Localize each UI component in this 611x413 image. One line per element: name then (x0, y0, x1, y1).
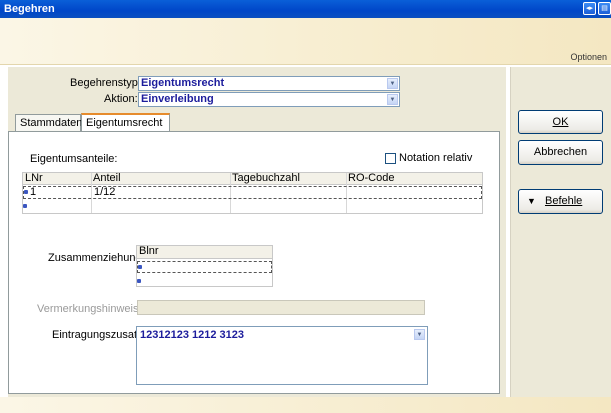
vermerkungshinweis-field (137, 300, 425, 315)
eintragungszusatz-value: 12312123 1212 3123 (140, 329, 244, 341)
ok-button-label: OK (552, 116, 569, 128)
table-row-new[interactable] (23, 200, 482, 213)
vermerkungshinweis-label: Vermerkungshinweis: (37, 303, 142, 315)
cell-lnr[interactable]: 1 (28, 187, 36, 198)
column-header-blnr[interactable]: Blnr (137, 246, 272, 259)
triangle-down-icon: ▼ (527, 196, 536, 206)
new-row-marker-icon (137, 279, 141, 283)
zusammenziehung-table[interactable]: Blnr (136, 245, 273, 287)
begehrenstyp-select[interactable]: Eigentumsrecht ▼ (138, 76, 400, 91)
befehle-button-label: Befehle (544, 195, 583, 207)
table-row[interactable]: 1 1/12 (23, 186, 482, 199)
column-header-lnr[interactable]: LNr (23, 173, 91, 185)
notation-relativ-checkbox[interactable] (385, 153, 396, 164)
column-header-anteil[interactable]: Anteil (91, 173, 230, 185)
begehrenstyp-label: Begehrenstyp: (70, 77, 141, 89)
tab-eigentumsrecht[interactable]: Eigentumsrecht (81, 113, 170, 133)
chevron-down-icon[interactable]: ▼ (387, 94, 398, 105)
column-header-tagebuchzahl[interactable]: Tagebuchzahl (230, 173, 346, 185)
chevron-down-icon[interactable]: ▼ (414, 329, 425, 340)
window-title: Begehren (4, 3, 55, 15)
eintragungszusatz-label: Eintragungszusatz: (52, 329, 146, 341)
row-marker-icon (138, 265, 142, 269)
new-row-marker-icon (23, 204, 27, 208)
table-row[interactable] (137, 261, 272, 273)
window-menu-icon[interactable]: ▤ (598, 2, 611, 15)
aktion-select[interactable]: Einverleibung ▼ (138, 92, 400, 107)
header-band: Optionen (0, 18, 611, 65)
cancel-button[interactable]: Abbrechen (518, 140, 603, 165)
options-link[interactable]: Optionen (570, 52, 607, 62)
footer-band (0, 397, 611, 413)
eigentumsanteile-label: Eigentumsanteile: (30, 153, 118, 165)
restore-icon[interactable]: ◂▸ (583, 2, 596, 15)
ok-button[interactable]: OK (518, 110, 603, 134)
eintragungszusatz-field[interactable]: 12312123 1212 3123 ▼ (136, 326, 428, 385)
eigentumsanteile-table[interactable]: LNr Anteil Tagebuchzahl RO-Code 1 1/12 (22, 172, 483, 214)
aktion-label: Aktion: (104, 93, 138, 105)
window-titlebar: Begehren ◂▸ ▤ (0, 0, 611, 18)
tab-stammdaten[interactable]: Stammdaten (15, 114, 82, 132)
zusammenziehung-label: Zusammenziehung: (48, 252, 145, 264)
notation-relativ-label: Notation relativ (399, 152, 473, 164)
cancel-button-label: Abbrechen (533, 146, 588, 158)
cell-anteil[interactable]: 1/12 (92, 187, 115, 198)
aktion-value: Einverleibung (141, 93, 214, 105)
column-header-ro-code[interactable]: RO-Code (346, 173, 482, 185)
begehrenstyp-value: Eigentumsrecht (141, 77, 225, 89)
befehle-button[interactable]: ▼ Befehle (518, 189, 603, 214)
table-row-new[interactable] (137, 275, 272, 287)
chevron-down-icon[interactable]: ▼ (387, 78, 398, 89)
